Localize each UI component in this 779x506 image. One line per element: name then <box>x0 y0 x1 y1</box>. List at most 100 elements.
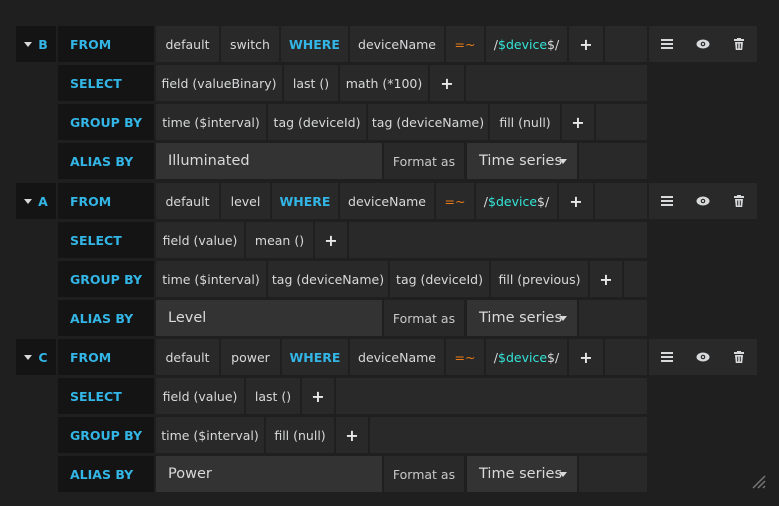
select-row: SELECT field (value) mean () + <box>0 222 779 258</box>
plus-icon: + <box>311 386 325 406</box>
add-where-button[interactable]: + <box>569 339 603 375</box>
policy-segment[interactable]: default <box>156 26 219 62</box>
operator-segment[interactable]: =~ <box>446 26 484 62</box>
remove-query-button[interactable] <box>721 339 757 375</box>
add-group-by-button[interactable]: + <box>336 417 368 453</box>
select-part[interactable]: field (value) <box>156 222 244 258</box>
group-by-part[interactable]: fill (null) <box>266 417 334 453</box>
add-select-button[interactable]: + <box>302 378 334 414</box>
query-ref-id-toggle[interactable]: B <box>16 26 56 62</box>
group-by-part[interactable]: tag (deviceName) <box>368 104 488 140</box>
add-where-button[interactable]: + <box>569 26 603 62</box>
select-part[interactable]: field (valueBinary) <box>156 65 282 101</box>
select-part[interactable]: mean () <box>246 222 313 258</box>
alias-by-row: ALIAS BY Format as Time series <box>0 456 779 492</box>
caret-down-icon <box>24 354 33 360</box>
toggle-visibility-button[interactable] <box>685 183 721 219</box>
toggle-visibility-button[interactable] <box>685 339 721 375</box>
group-by-row-filler <box>624 261 647 297</box>
remove-query-button[interactable] <box>721 26 757 62</box>
hamburger-icon <box>661 352 673 362</box>
query-ref-id-toggle[interactable]: A <box>16 183 56 219</box>
policy-segment[interactable]: default <box>156 339 219 375</box>
tag-value-variable: $device <box>488 193 538 209</box>
format-as-label: Format as <box>384 143 464 179</box>
alias-input[interactable] <box>156 143 382 179</box>
measurement-segment[interactable]: switch <box>221 26 279 62</box>
hamburger-icon <box>661 196 673 206</box>
plus-icon: + <box>324 230 338 250</box>
format-as-select[interactable]: Time series <box>467 300 577 336</box>
measurement-segment[interactable]: level <box>221 183 270 219</box>
alias-input[interactable] <box>156 300 382 336</box>
alias-row-filler <box>579 300 647 336</box>
select-part[interactable]: last () <box>284 65 338 101</box>
operator-segment[interactable]: =~ <box>446 339 484 375</box>
tag-value-segment[interactable]: / $device $/ <box>486 26 567 62</box>
group-by-part[interactable]: tag (deviceName) <box>268 261 388 297</box>
from-row-filler <box>605 26 647 62</box>
query-menu-button[interactable] <box>649 339 685 375</box>
alias-row-filler <box>579 456 647 492</box>
eye-icon <box>696 352 710 362</box>
select-part[interactable]: field (value) <box>156 378 244 414</box>
format-as-select[interactable]: Time series <box>467 143 577 179</box>
measurement-segment[interactable]: power <box>221 339 280 375</box>
add-select-button[interactable]: + <box>430 65 464 101</box>
remove-query-button[interactable] <box>721 183 757 219</box>
format-as-value: Time series <box>479 466 563 482</box>
query-ref-id: C <box>38 349 48 365</box>
toggle-visibility-button[interactable] <box>685 26 721 62</box>
tag-value-variable: $device <box>498 36 548 52</box>
from-keyword: FROM <box>58 183 154 219</box>
group-by-part[interactable]: fill (previous) <box>491 261 588 297</box>
plus-icon: + <box>579 34 593 54</box>
trash-icon <box>734 195 744 207</box>
select-part[interactable]: math (*100) <box>340 65 428 101</box>
alias-by-row: ALIAS BY Format as Time series <box>0 143 779 179</box>
alias-by-row: ALIAS BY Format as Time series <box>0 300 779 336</box>
tag-key-segment[interactable]: deviceName <box>350 339 444 375</box>
add-group-by-button[interactable]: + <box>590 261 622 297</box>
add-where-button[interactable]: + <box>559 183 593 219</box>
plus-icon: + <box>571 112 585 132</box>
tag-value-segment[interactable]: / $device $/ <box>476 183 557 219</box>
query-a: A FROM default level WHERE deviceName =~… <box>0 183 779 336</box>
tag-value-segment[interactable]: / $device $/ <box>486 339 567 375</box>
group-by-part[interactable]: tag (deviceId) <box>390 261 489 297</box>
group-by-row-filler <box>370 417 647 453</box>
policy-segment[interactable]: default <box>156 183 219 219</box>
from-row-filler <box>595 183 647 219</box>
tag-key-segment[interactable]: deviceName <box>350 26 444 62</box>
group-by-row: GROUP BY time ($interval) tag (deviceId)… <box>0 104 779 140</box>
group-by-part[interactable]: time ($interval) <box>156 261 266 297</box>
tag-value-suffix: $/ <box>547 349 560 365</box>
select-row-filler <box>336 378 647 414</box>
select-part[interactable]: last () <box>246 378 300 414</box>
add-select-button[interactable]: + <box>315 222 347 258</box>
hamburger-icon <box>661 39 673 49</box>
query-ref-id-toggle[interactable]: C <box>16 339 56 375</box>
eye-icon <box>696 39 710 49</box>
plus-icon: + <box>599 269 613 289</box>
group-by-row-filler <box>596 104 647 140</box>
format-as-label: Format as <box>384 300 464 336</box>
plus-icon: + <box>579 347 593 367</box>
group-by-part[interactable]: tag (deviceId) <box>268 104 366 140</box>
alias-input[interactable] <box>156 456 382 492</box>
format-as-select[interactable]: Time series <box>467 456 577 492</box>
query-menu-button[interactable] <box>649 183 685 219</box>
resize-handle-icon[interactable] <box>749 472 767 490</box>
tag-key-segment[interactable]: deviceName <box>340 183 434 219</box>
group-by-part[interactable]: fill (null) <box>490 104 560 140</box>
add-group-by-button[interactable]: + <box>562 104 594 140</box>
query-menu-button[interactable] <box>649 26 685 62</box>
from-row: A FROM default level WHERE deviceName =~… <box>0 183 779 219</box>
group-by-row: GROUP BY time ($interval) tag (deviceNam… <box>0 261 779 297</box>
operator-segment[interactable]: =~ <box>436 183 474 219</box>
group-by-part[interactable]: time ($interval) <box>156 417 264 453</box>
select-row-filler <box>349 222 647 258</box>
group-by-row: GROUP BY time ($interval) fill (null) + <box>0 417 779 453</box>
group-by-part[interactable]: time ($interval) <box>156 104 266 140</box>
from-row-filler <box>605 339 647 375</box>
